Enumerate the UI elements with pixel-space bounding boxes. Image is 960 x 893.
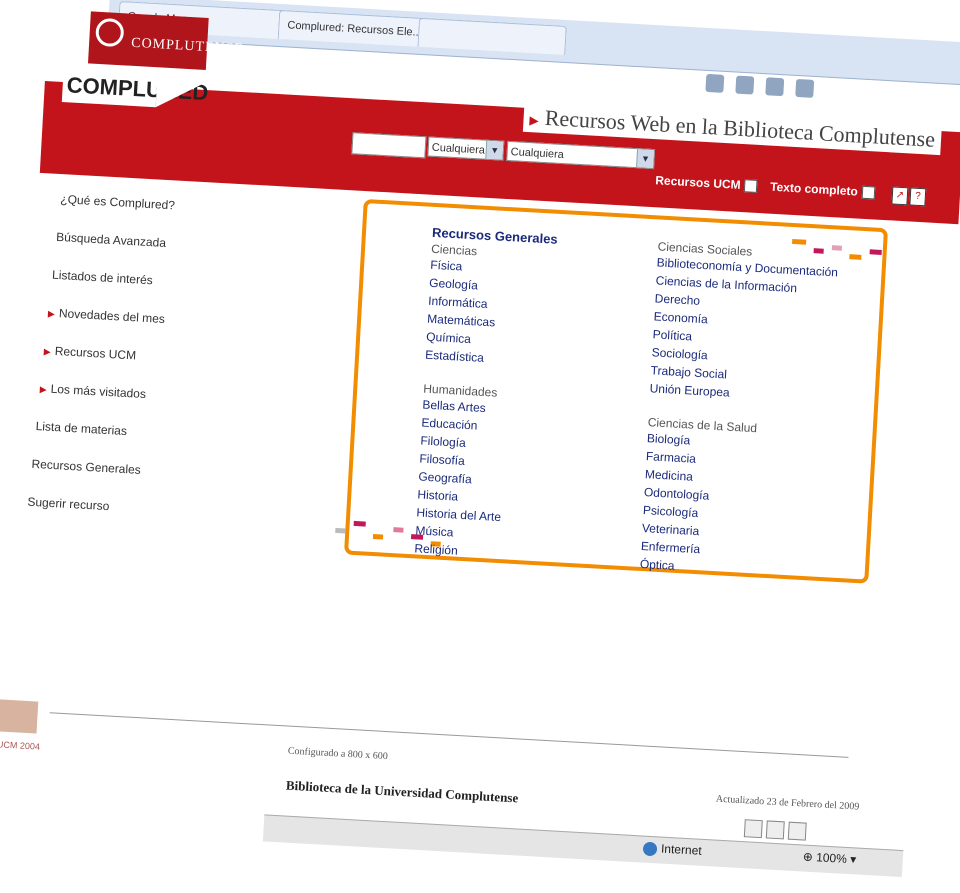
sidebar-item-label: Recursos UCM xyxy=(54,343,137,363)
mail-icon[interactable] xyxy=(765,820,785,840)
sidebar-item-label: ¿Qué es Complured? xyxy=(59,192,176,213)
sidebar-item-label: Novedades del mes xyxy=(58,306,166,327)
sidebar-nav: ¿Qué es Complured? Búsqueda Avanzada Lista… xyxy=(27,180,261,533)
screenshot-stage: Google Maps Complured: Recursos Ele... C… xyxy=(0,0,960,893)
feeds-icon[interactable] xyxy=(735,75,755,95)
browser-status-bar: Internet ⊕ 100% ▾ xyxy=(262,814,904,878)
sitemap-icon[interactable] xyxy=(787,821,807,841)
chevron-down-icon[interactable]: ▼ xyxy=(636,149,655,169)
type-select-value: Cualquiera xyxy=(510,146,565,162)
ucm-seal-icon xyxy=(94,17,125,48)
search-form: Cualquiera ▼ Cualquiera ▼ Recursos UCM Tex… xyxy=(351,132,927,207)
search-button[interactable]: ↗ xyxy=(891,186,909,206)
field-select[interactable]: Cualquiera ▼ xyxy=(427,136,505,161)
security-zone-label: Internet xyxy=(660,841,703,858)
search-input[interactable] xyxy=(351,132,427,159)
right-column: Ciencias Sociales Biblioteconomía y Docum… xyxy=(639,237,897,586)
recursos-generales-panel: Recursos Generales Ciencias Física Geologí… xyxy=(335,198,903,589)
resolution-note: Configurado a 800 x 600 xyxy=(287,745,389,763)
bullet-arrow-icon: ▶ xyxy=(47,308,56,319)
decoration xyxy=(393,527,404,533)
decoration xyxy=(353,520,366,527)
bullet-arrow-icon: ▶ xyxy=(39,384,47,395)
help-button[interactable]: ? xyxy=(909,187,927,207)
field-select-value: Cualquiera xyxy=(431,141,486,157)
texto-completo-checkbox[interactable] xyxy=(861,186,876,200)
sidebar-item-label: Sugerir recurso xyxy=(27,494,110,514)
ucm-building-logo xyxy=(0,698,39,734)
ucm-logo[interactable]: COMPLUTENSE xyxy=(87,11,244,70)
decoration xyxy=(372,534,384,540)
footer: © UCM 2004 Configurado a 800 x 600 Bibli… xyxy=(0,689,904,878)
sidebar-item-label: Listados de interés xyxy=(51,267,154,288)
browser-tab-complured[interactable]: Complured: Recursos Ele... xyxy=(277,9,428,48)
bullet-arrow-icon: ▶ xyxy=(43,346,52,357)
home-icon[interactable] xyxy=(705,73,725,93)
decoration xyxy=(792,238,807,245)
globe-icon xyxy=(642,841,658,857)
security-zone: Internet xyxy=(642,841,703,859)
footer-divider xyxy=(49,712,849,758)
user-icon[interactable] xyxy=(743,819,763,839)
site-name[interactable]: COMPLURED xyxy=(61,68,209,108)
browser-tab-empty[interactable] xyxy=(417,17,567,55)
copyright: © UCM 2004 xyxy=(0,739,41,752)
recursos-ucm-checkbox[interactable] xyxy=(744,179,758,194)
sidebar-item-label: Búsqueda Avanzada xyxy=(55,229,167,250)
arrow-icon: ▶ xyxy=(529,113,540,128)
zoom-level[interactable]: ⊕ 100% ▾ xyxy=(802,850,856,867)
sidebar-item-label: Los más visitados xyxy=(50,381,147,402)
library-name: Biblioteca de la Universidad Complutense xyxy=(285,777,519,806)
decoration xyxy=(335,527,346,534)
page-icon[interactable] xyxy=(795,78,815,98)
page: Google Maps Complured: Recursos Ele... C… xyxy=(0,0,960,893)
sidebar-item-label: Lista de materias xyxy=(35,419,128,439)
print-icon[interactable] xyxy=(765,77,785,97)
zoom-icon: ⊕ xyxy=(802,849,817,865)
last-updated: Actualizado 23 de Febrero del 2009 xyxy=(715,793,860,813)
chevron-down-icon[interactable]: ▼ xyxy=(485,140,504,160)
left-column: Recursos Generales Ciencias Física Geologí… xyxy=(414,225,672,571)
zoom-value: 100% xyxy=(815,850,848,866)
sidebar-item-label: Recursos Generales xyxy=(31,456,142,477)
